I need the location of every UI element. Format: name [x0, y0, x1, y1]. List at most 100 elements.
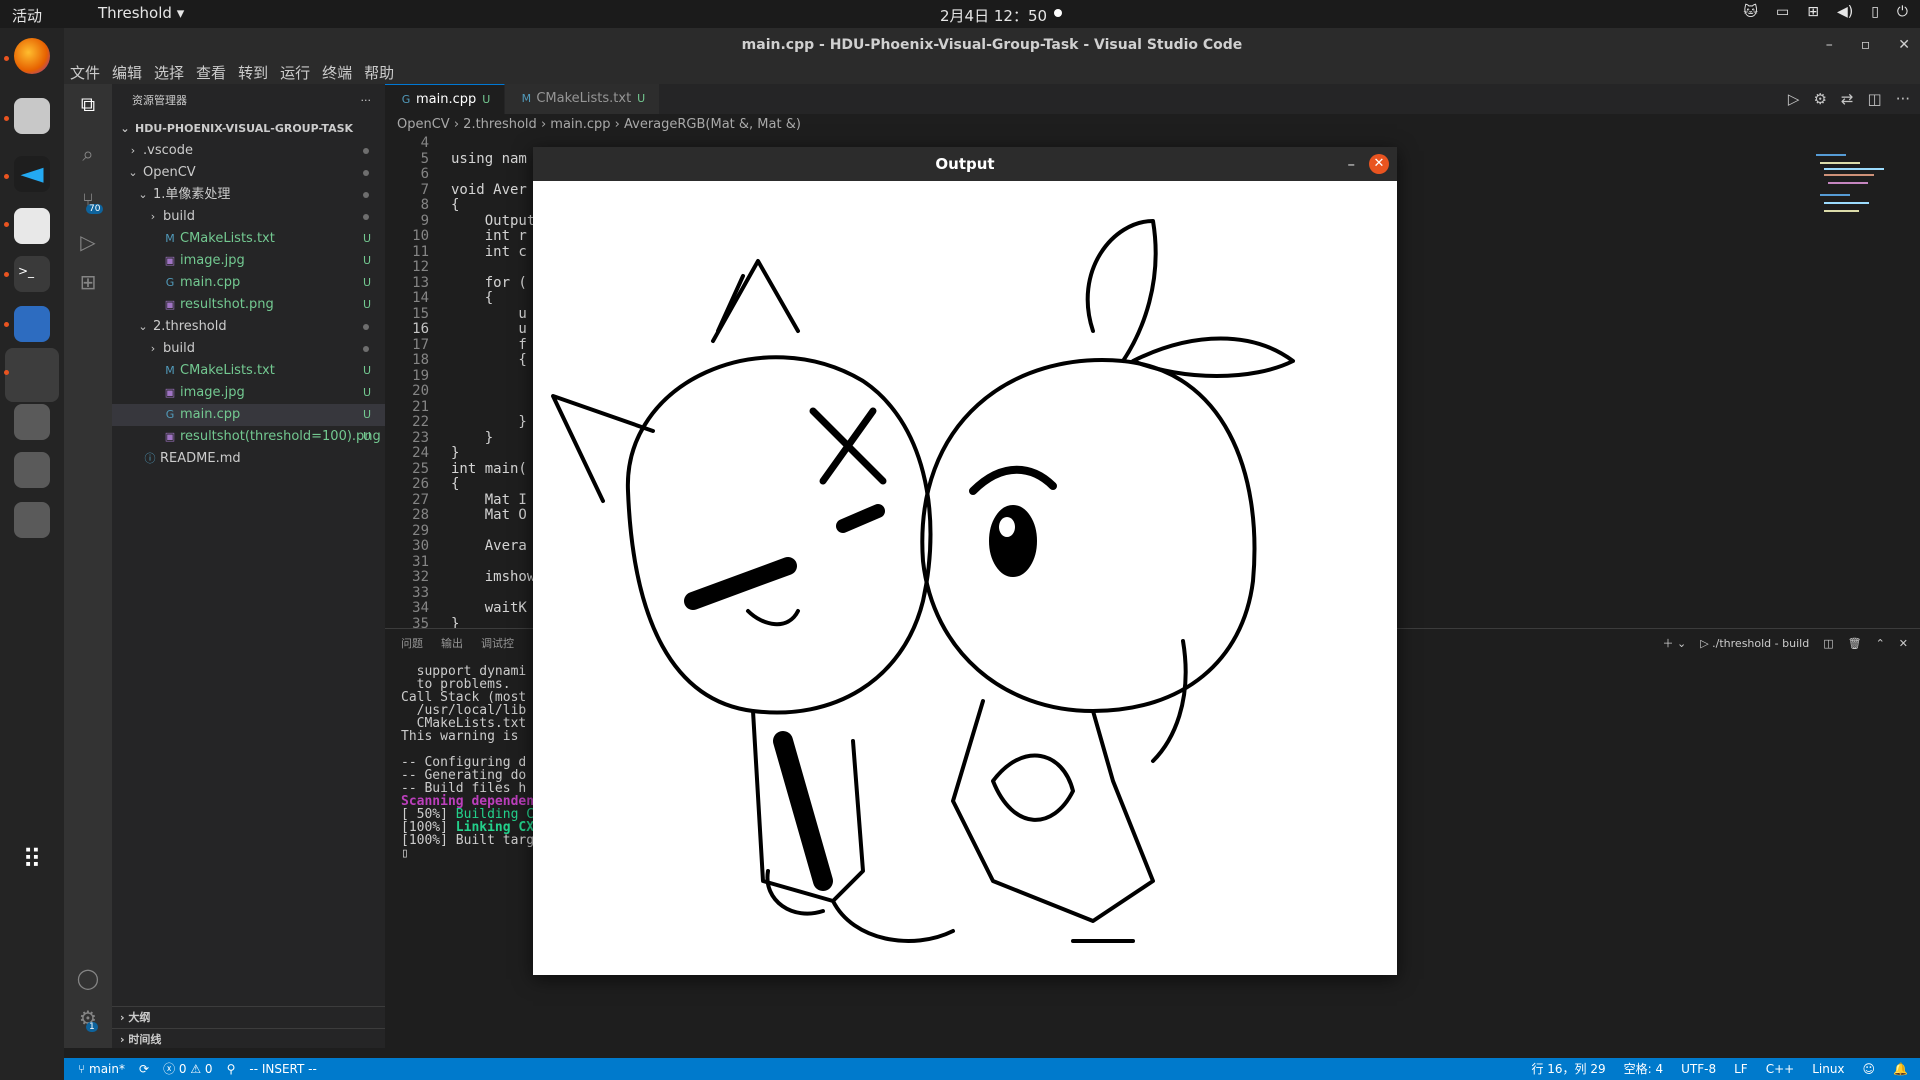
terminal-selector[interactable]: ▷ ./threshold - build — [1700, 629, 1809, 659]
eol[interactable]: LF — [1734, 1058, 1748, 1080]
maximize-button[interactable]: ▫ — [1861, 28, 1871, 62]
run-icon[interactable]: ▷ — [1788, 90, 1800, 108]
tab-problems[interactable]: 问题 — [401, 629, 423, 659]
line-number: 24 — [412, 445, 429, 461]
line-number: 19 — [412, 367, 429, 384]
breadcrumb-item[interactable]: AverageRGB(Mat &, Mat &) — [624, 117, 801, 132]
debug-icon[interactable]: ⚲ — [227, 1058, 236, 1080]
tab-cmakelists[interactable]: M CMakeLists.txt U — [505, 84, 661, 114]
feedback-icon[interactable]: ☺ — [1863, 1058, 1876, 1080]
menu-selection[interactable]: 选择 — [154, 62, 184, 84]
terminal-icon[interactable]: >_ — [14, 256, 50, 292]
explorer-item[interactable]: ⌄ OpenCV — [112, 162, 385, 184]
tab-debug-console[interactable]: 调试控 — [481, 629, 514, 659]
breadcrumb-item[interactable]: 2.threshold — [463, 117, 537, 132]
firefox-icon[interactable] — [14, 38, 50, 74]
more-icon[interactable]: ··· — [1896, 90, 1910, 108]
tab-main-cpp[interactable]: Gmain.cpp U — [385, 84, 506, 114]
code-text: f — [451, 336, 527, 353]
compare-icon[interactable]: ⇄ — [1841, 90, 1854, 108]
output-app-icon[interactable] — [5, 348, 59, 402]
explorer-item[interactable]: ▣ image.jpg U — [112, 382, 385, 404]
explorer-item[interactable]: ▣ image.jpg U — [112, 250, 385, 272]
network-icon[interactable]: ⊞ — [1807, 4, 1819, 20]
minimize-button[interactable]: – — [1826, 28, 1833, 62]
explorer-item[interactable]: Gmain.cpp U — [112, 272, 385, 294]
close-panel-icon[interactable]: ✕ — [1899, 629, 1908, 659]
new-terminal-icon[interactable]: ＋ ⌄ — [1662, 629, 1686, 659]
explorer-item[interactable]: ⌄ 1.单像素处理 — [112, 184, 385, 206]
system-tray[interactable]: 🐱 ▭ ⊞ ◀) ▯ ⏻ — [1743, 4, 1908, 20]
output-minimize-button[interactable]: – — [1348, 147, 1356, 181]
volume-icon[interactable]: ◀) — [1837, 4, 1853, 20]
menu-terminal[interactable]: 终端 — [322, 62, 352, 84]
explorer-item[interactable]: ⌄ 2.threshold — [112, 316, 385, 338]
power-icon[interactable]: ⏻ — [1897, 4, 1908, 20]
activities-button[interactable]: 活动 — [12, 5, 42, 26]
output-close-button[interactable]: ✕ — [1369, 154, 1389, 174]
cmake-file-icon: M — [165, 364, 175, 377]
maximize-panel-icon[interactable]: ⌃ — [1876, 629, 1885, 659]
app-menu[interactable]: Threshold ▾ — [98, 4, 184, 22]
output-titlebar[interactable]: Output – ✕ — [533, 147, 1397, 181]
workspace-root[interactable]: ⌄ HDU-PHOENIX-VISUAL-GROUP-TASK — [112, 118, 385, 140]
cursor-position[interactable]: 行 16，列 29 — [1531, 1058, 1605, 1080]
explorer-item[interactable]: M CMakeLists.txt U — [112, 360, 385, 382]
outline-label: 大纲 — [128, 1011, 151, 1024]
breadcrumb-item[interactable]: OpenCV — [397, 117, 450, 132]
problems-indicator[interactable]: ⓧ 0 ⚠ 0 — [163, 1058, 213, 1080]
menu-help[interactable]: 帮助 — [364, 62, 394, 84]
menu-edit[interactable]: 编辑 — [112, 62, 142, 84]
battery-icon[interactable]: ▯ — [1871, 4, 1879, 20]
info-icon: ⓘ — [144, 452, 156, 465]
disc-icon[interactable] — [14, 502, 50, 538]
language-mode[interactable]: C++ — [1766, 1058, 1795, 1080]
more-actions-button[interactable]: ··· — [361, 84, 372, 118]
menu-file[interactable]: 文件 — [70, 62, 100, 84]
cat-icon[interactable]: 🐱 — [1743, 4, 1758, 20]
clock[interactable]: 2月4日 12：50 — [940, 5, 1047, 26]
split-terminal-icon[interactable]: ◫ — [1823, 629, 1833, 659]
sync-icon[interactable]: ⟳ — [139, 1058, 149, 1080]
usb-drive-icon[interactable] — [14, 404, 50, 440]
outline-section[interactable]: › 大纲 — [112, 1006, 385, 1028]
document-viewer-icon[interactable] — [14, 208, 50, 244]
app-grid-icon[interactable]: ⠿ — [14, 842, 50, 878]
indentation[interactable]: 空格: 4 — [1624, 1058, 1664, 1080]
explorer-item[interactable]: Gmain.cpp U — [112, 404, 385, 426]
running-indicator — [4, 56, 9, 61]
split-editor-icon[interactable]: ◫ — [1868, 90, 1882, 108]
run-debug-icon[interactable]: ▷ — [74, 230, 102, 258]
search-icon[interactable]: ⌕ — [74, 142, 102, 170]
usb-drive-icon[interactable] — [14, 452, 50, 488]
tab-output[interactable]: 输出 — [441, 629, 463, 659]
explorer-item[interactable]: ⓘ README.md — [112, 448, 385, 470]
encoding[interactable]: UTF-8 — [1681, 1058, 1716, 1080]
explorer-item[interactable]: ▣ resultshot(threshold=100).png U — [112, 426, 385, 448]
timeline-section[interactable]: › 时间线 — [112, 1028, 385, 1050]
cat-app-icon[interactable] — [14, 306, 50, 342]
explorer-item[interactable]: M CMakeLists.txt U — [112, 228, 385, 250]
branch-indicator[interactable]: ⑂ main* — [78, 1058, 125, 1080]
explorer-item[interactable]: › .vscode — [112, 140, 385, 162]
platform[interactable]: Linux — [1812, 1058, 1844, 1080]
explorer-item[interactable]: › build — [112, 206, 385, 228]
explorer-item[interactable]: ▣ resultshot.png U — [112, 294, 385, 316]
account-icon[interactable]: ◯ — [74, 966, 102, 994]
vscode-icon[interactable]: ◄ — [14, 156, 50, 192]
close-button[interactable]: ✕ — [1898, 28, 1910, 62]
explorer-icon[interactable]: ⧉ — [74, 92, 102, 120]
menu-go[interactable]: 转到 — [238, 62, 268, 84]
breadcrumb-item[interactable]: main.cpp — [550, 117, 610, 132]
explorer-item[interactable]: › build — [112, 338, 385, 360]
menu-view[interactable]: 查看 — [196, 62, 226, 84]
keyboard-icon[interactable]: ▭ — [1776, 4, 1789, 20]
extensions-icon[interactable]: ⊞ — [74, 270, 102, 298]
menu-run[interactable]: 运行 — [280, 62, 310, 84]
bell-icon[interactable]: 🔔 — [1893, 1058, 1908, 1080]
trash-icon[interactable]: 🗑 — [1848, 629, 1862, 659]
minimap[interactable] — [1816, 154, 1906, 224]
gear-icon[interactable]: ⚙ — [1813, 90, 1826, 108]
files-icon[interactable] — [14, 98, 50, 134]
